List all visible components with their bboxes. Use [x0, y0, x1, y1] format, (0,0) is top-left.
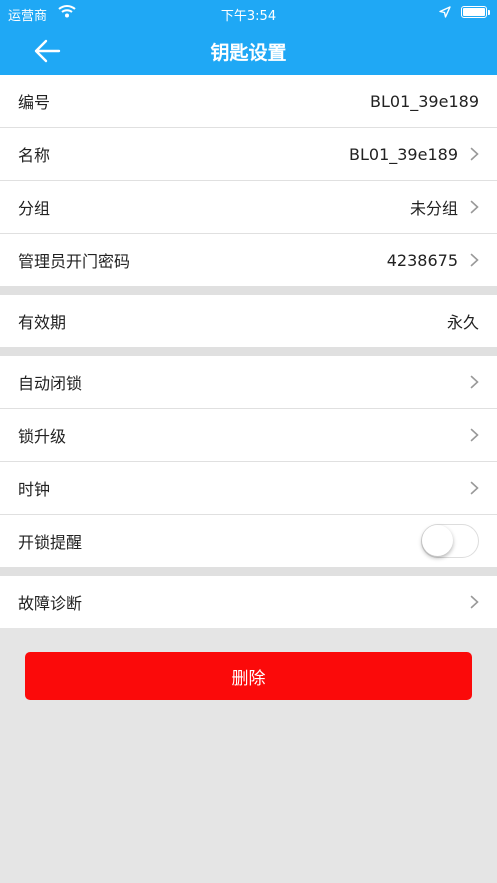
- battery-tip: [488, 10, 490, 15]
- row-label: 自动闭锁: [18, 374, 83, 393]
- chevron-right-icon: [470, 200, 479, 214]
- row-label: 管理员开门密码: [18, 252, 131, 271]
- row-label: 时钟: [18, 480, 51, 499]
- battery-icon: [461, 6, 487, 18]
- location-arrow-icon: [439, 6, 451, 18]
- settings-row: 有效期 永久: [0, 295, 497, 347]
- row-value: BL01_39e189: [370, 91, 479, 111]
- settings-group: 自动闭锁锁升级时钟开锁提醒: [0, 356, 497, 567]
- settings-row: 编号 BL01_39e189: [0, 75, 497, 128]
- settings-row[interactable]: 自动闭锁: [0, 356, 497, 409]
- row-label: 编号: [18, 93, 51, 112]
- chevron-right-icon: [470, 428, 479, 442]
- settings-group: 有效期 永久: [0, 295, 497, 347]
- chevron-right-icon: [470, 595, 479, 609]
- settings-row[interactable]: 锁升级: [0, 409, 497, 462]
- row-label: 有效期: [18, 313, 67, 332]
- chevron-right-icon: [470, 253, 479, 267]
- nav-bar: 钥匙设置: [0, 26, 497, 75]
- row-label: 名称: [18, 146, 51, 165]
- row-label: 故障诊断: [18, 594, 83, 613]
- chevron-right-icon: [470, 375, 479, 389]
- settings-group: 编号 BL01_39e189 名称 BL01_39e189 分组 未分组管理员开门密码 42…: [0, 75, 497, 286]
- toggle-knob: [422, 525, 453, 556]
- row-value: 4238675: [386, 250, 458, 270]
- settings-row[interactable]: 时钟: [0, 462, 497, 515]
- section-divider: [0, 347, 497, 356]
- section-divider: [0, 567, 497, 576]
- row-value: 未分组: [409, 199, 458, 218]
- chevron-right-icon: [470, 481, 479, 495]
- section-divider: [0, 286, 497, 295]
- settings-row[interactable]: 名称 BL01_39e189: [0, 128, 497, 181]
- row-label: 锁升级: [18, 427, 67, 446]
- settings-group: 故障诊断: [0, 576, 497, 628]
- settings-row[interactable]: 管理员开门密码 4238675: [0, 234, 497, 286]
- row-label: 开锁提醒: [18, 533, 83, 552]
- row-value: BL01_39e189: [349, 144, 458, 164]
- status-bar: 运营商 下午3:54: [0, 0, 497, 26]
- toggle-switch[interactable]: [421, 524, 479, 558]
- delete-button[interactable]: 删除: [25, 652, 472, 700]
- row-value: 永久: [446, 313, 479, 332]
- top-bar: 运营商 下午3:54 钥匙设置: [0, 0, 497, 75]
- chevron-right-icon: [470, 147, 479, 161]
- settings-row[interactable]: 故障诊断: [0, 576, 497, 628]
- settings-row[interactable]: 开锁提醒: [0, 515, 497, 567]
- status-time: 下午3:54: [220, 9, 277, 24]
- settings-row[interactable]: 分组 未分组: [0, 181, 497, 234]
- settings-list: 编号 BL01_39e189 名称 BL01_39e189 分组 未分组管理员开门密码 42…: [0, 75, 497, 628]
- row-label: 分组: [18, 199, 51, 218]
- page-title: 钥匙设置: [210, 42, 287, 64]
